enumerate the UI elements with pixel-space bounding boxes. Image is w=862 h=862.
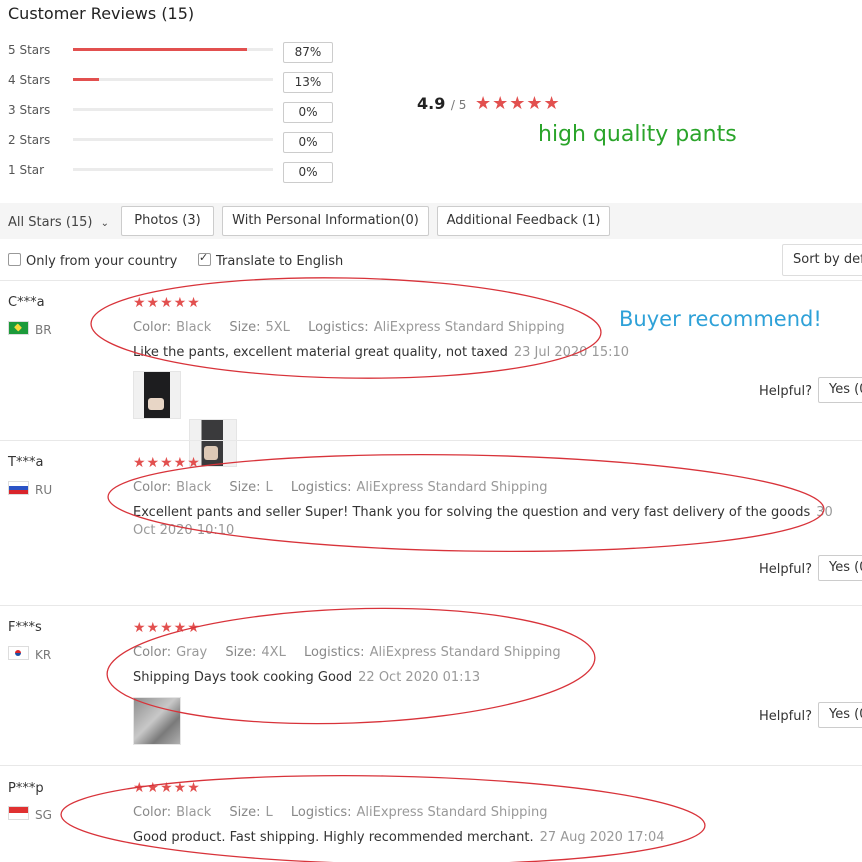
review-photo-thumbnail[interactable] [133,697,181,745]
korea-flag-icon [8,646,29,660]
dist-label-1: 1 Star [8,163,45,177]
review-attributes: Color: Gray Size: 4XL Logistics: AliExpress… [133,645,561,660]
dist-bar-2 [73,138,273,141]
all-stars-dropdown[interactable]: All Stars (15) ⌄ [8,215,109,230]
review-stars-icon: ★★★★★ [133,455,201,471]
review-stars-icon: ★★★★★ [133,295,201,311]
checkbox-unchecked-icon[interactable] [8,253,21,266]
helpful-yes-button[interactable]: Yes (0) [818,702,862,728]
translate-label: Translate to English [216,254,344,269]
review-text: Excellent pants and seller Super! Thank … [133,505,833,538]
divider [0,605,862,606]
helpful-yes-button[interactable]: Yes (0) [818,377,862,403]
reviewer-country: SG [8,806,52,822]
average-stars-icon: ★★★★★ [475,93,561,114]
helpful-label: Helpful? [759,709,812,724]
average-out-of: / 5 [450,98,467,112]
reviewer-name: P***p [8,781,44,796]
annotation-blue-note: Buyer recommend! [619,307,822,331]
photos-filter-button[interactable]: Photos (3) [121,206,214,236]
reviewer-name: C***a [8,295,45,310]
chevron-down-icon: ⌄ [100,218,110,229]
only-country-checkbox[interactable]: Only from your country [8,253,177,269]
review-stars-icon: ★★★★★ [133,780,201,796]
brazil-flag-icon [8,321,29,335]
translate-checkbox[interactable]: Translate to English [198,251,344,269]
reviews-title: Customer Reviews (15) [8,4,195,23]
dist-label-2: 2 Stars [8,133,51,147]
divider [0,765,862,766]
review-attributes: Color: Black Size: 5XL Logistics: AliExpres… [133,320,565,335]
helpful-yes-button[interactable]: Yes (0) [818,555,862,581]
review-date: 27 Aug 2020 17:04 [539,830,665,845]
annotation-green-note: high quality pants [538,122,737,147]
additional-feedback-filter-button[interactable]: Additional Feedback (1) [437,206,610,236]
dist-percent-4: 13% [283,72,333,93]
reviewer-country: BR [8,321,52,337]
review-text: Like the pants, excellent material great… [133,345,630,360]
helpful-label: Helpful? [759,384,812,399]
singapore-flag-icon [8,806,29,820]
dist-bar-5 [73,48,273,51]
review-date: 22 Oct 2020 01:13 [358,670,481,685]
average-rating: 4.9 / 5 [417,94,466,113]
review-text: Good product. Fast shipping. Highly reco… [133,830,665,845]
divider [0,280,862,281]
personal-info-filter-button[interactable]: With Personal Information(0) [222,206,429,236]
review-attributes: Color: Black Size: L Logistics: AliExpress … [133,480,548,495]
dist-bar-4 [73,78,273,81]
dist-label-5: 5 Stars [8,43,51,57]
review-attributes: Color: Black Size: L Logistics: AliExpress … [133,805,548,820]
review-stars-icon: ★★★★★ [133,620,201,636]
dist-percent-1: 0% [283,162,333,183]
russia-flag-icon [8,481,29,495]
dist-bar-3 [73,108,273,111]
checkbox-checked-icon[interactable] [198,251,211,266]
dist-label-3: 3 Stars [8,103,51,117]
only-country-label: Only from your country [26,254,178,269]
reviewer-name: T***a [8,455,44,470]
reviewer-name: F***s [8,620,42,635]
review-photo-thumbnail[interactable] [133,371,181,419]
sort-dropdown[interactable]: Sort by default [782,244,862,276]
dist-bar-1 [73,168,273,171]
review-date: 23 Jul 2020 15:10 [513,345,630,360]
divider [0,440,862,441]
dist-percent-2: 0% [283,132,333,153]
dist-percent-5: 87% [283,42,333,63]
reviewer-country: KR [8,646,51,662]
review-text: Shipping Days took cooking Good 22 Oct 20… [133,670,481,685]
all-stars-label: All Stars (15) [8,215,93,230]
helpful-label: Helpful? [759,562,812,577]
dist-bar-fill-4 [73,78,99,81]
dist-percent-3: 0% [283,102,333,123]
reviewer-country: RU [8,481,52,497]
average-value: 4.9 [417,94,446,113]
dist-bar-fill-5 [73,48,247,51]
dist-label-4: 4 Stars [8,73,51,87]
